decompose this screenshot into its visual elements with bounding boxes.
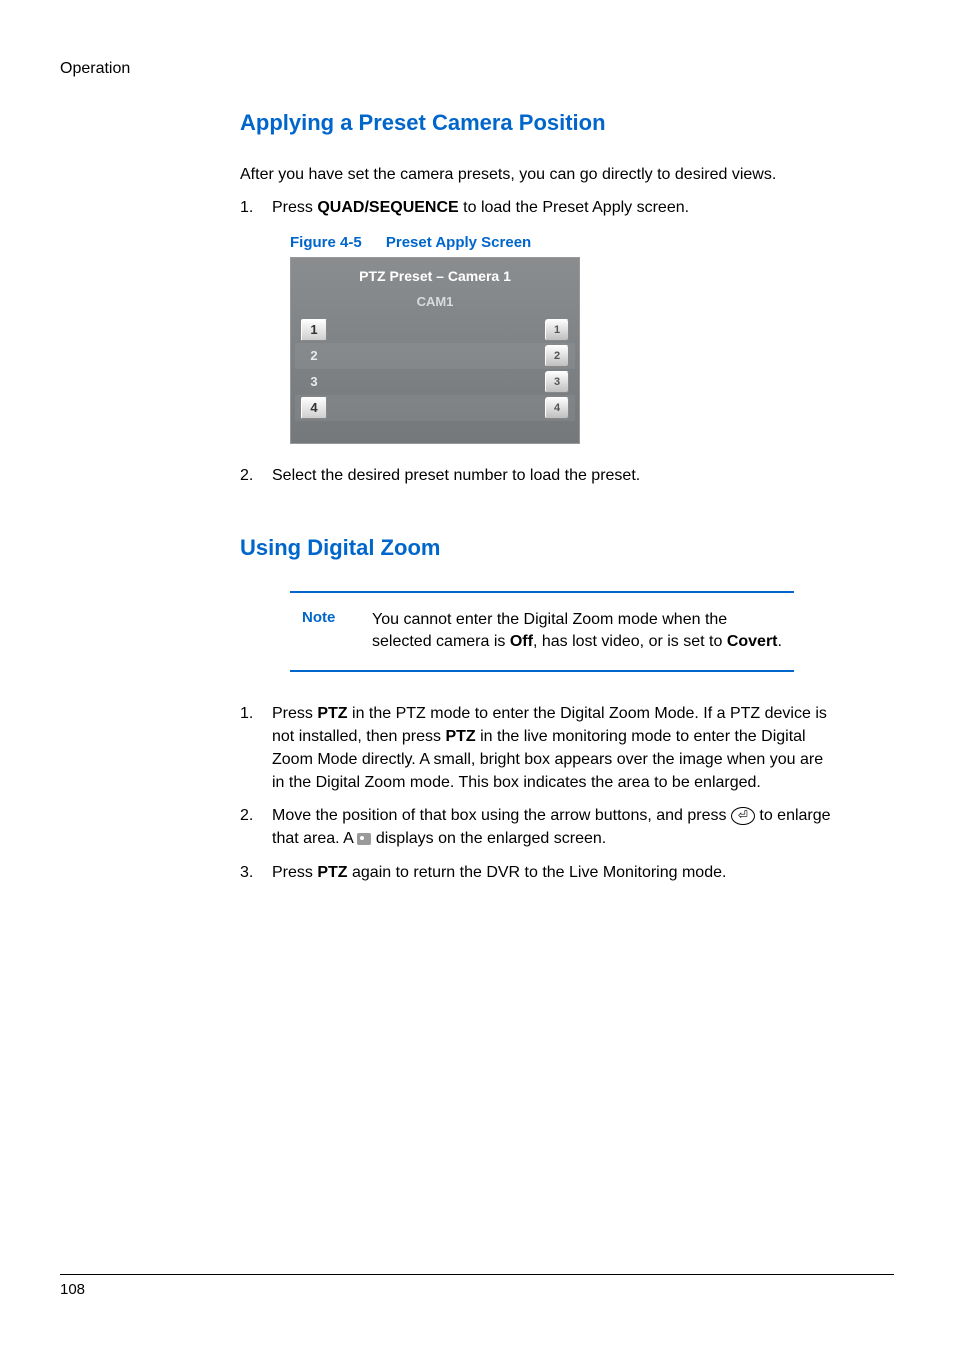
- note-callout: Note You cannot enter the Digital Zoom m…: [290, 591, 794, 672]
- preset-row: 2 2: [295, 343, 575, 369]
- step-text: Press PTZ in the PTZ mode to enter the D…: [272, 702, 834, 795]
- bold-term: PTZ: [317, 864, 347, 881]
- step-1: 1. Press QUAD/SEQUENCE to load the Prese…: [240, 196, 834, 219]
- preset-number-badge: 4: [301, 397, 327, 419]
- text-fragment: again to return the DVR to the Live Moni…: [348, 864, 727, 881]
- zoom-step-3: 3. Press PTZ again to return the DVR to …: [240, 861, 834, 884]
- step-text: Press QUAD/SEQUENCE to load the Preset A…: [272, 196, 834, 219]
- heading-digital-zoom: Using Digital Zoom: [240, 535, 834, 561]
- text-fragment: Move the position of that box using the …: [272, 807, 731, 824]
- text-fragment: Press: [272, 705, 317, 722]
- zoom-step-1: 1. Press PTZ in the PTZ mode to enter th…: [240, 702, 834, 795]
- screenshot-title-bar: PTZ Preset – Camera 1: [295, 262, 575, 294]
- figure-label: Figure 4-5: [290, 234, 362, 251]
- step-number: 3.: [240, 861, 272, 884]
- preset-load-icon: 4: [545, 397, 569, 419]
- text-fragment: Press: [272, 864, 317, 881]
- preset-load-icon: 1: [545, 319, 569, 341]
- page-header-label: Operation: [60, 60, 894, 78]
- page-footer: 108: [60, 1274, 894, 1298]
- figure-caption: Figure 4-5 Preset Apply Screen: [290, 234, 834, 251]
- intro-paragraph: After you have set the camera presets, y…: [240, 164, 834, 186]
- heading-applying-preset: Applying a Preset Camera Position: [240, 110, 834, 136]
- figure-title: Preset Apply Screen: [386, 234, 531, 251]
- bold-term: PTZ: [317, 705, 347, 722]
- bold-term: PTZ: [445, 728, 475, 745]
- step-number: 2.: [240, 804, 272, 850]
- enter-button-icon: [731, 807, 755, 825]
- step-number: 1.: [240, 196, 272, 219]
- step-text: Move the position of that box using the …: [272, 804, 834, 850]
- step-number: 1.: [240, 702, 272, 795]
- text-fragment: .: [778, 633, 782, 650]
- text-fragment: , has lost video, or is set to: [533, 633, 727, 650]
- preset-apply-screenshot: PTZ Preset – Camera 1 CAM1 1 1 2 2 3 3: [290, 257, 580, 444]
- note-text: You cannot enter the Digital Zoom mode w…: [372, 609, 782, 654]
- preset-row: 4 4: [295, 395, 575, 421]
- preset-number-badge: 3: [301, 371, 327, 393]
- step-text: Select the desired preset number to load…: [272, 464, 834, 487]
- screenshot-camera-label: CAM1: [295, 294, 575, 317]
- preset-row: 1 1: [295, 317, 575, 343]
- preset-number-badge: 2: [301, 345, 327, 367]
- text-fragment: to load the Preset Apply screen.: [459, 199, 689, 216]
- step-2: 2. Select the desired preset number to l…: [240, 464, 834, 487]
- bold-term: Off: [510, 633, 533, 650]
- text-fragment: displays on the enlarged screen.: [371, 830, 606, 847]
- text-fragment: Press: [272, 199, 317, 216]
- bold-term: QUAD/SEQUENCE: [317, 199, 458, 216]
- step-text: Press PTZ again to return the DVR to the…: [272, 861, 834, 884]
- zoom-step-2: 2. Move the position of that box using t…: [240, 804, 834, 850]
- preset-number-badge: 1: [301, 319, 327, 341]
- step-number: 2.: [240, 464, 272, 487]
- note-label: Note: [302, 609, 372, 654]
- preset-row: 3 3: [295, 369, 575, 395]
- page-number: 108: [60, 1281, 85, 1298]
- bold-term: Covert: [727, 633, 778, 650]
- preset-load-icon: 3: [545, 371, 569, 393]
- zoom-indicator-icon: [357, 833, 371, 845]
- preset-load-icon: 2: [545, 345, 569, 367]
